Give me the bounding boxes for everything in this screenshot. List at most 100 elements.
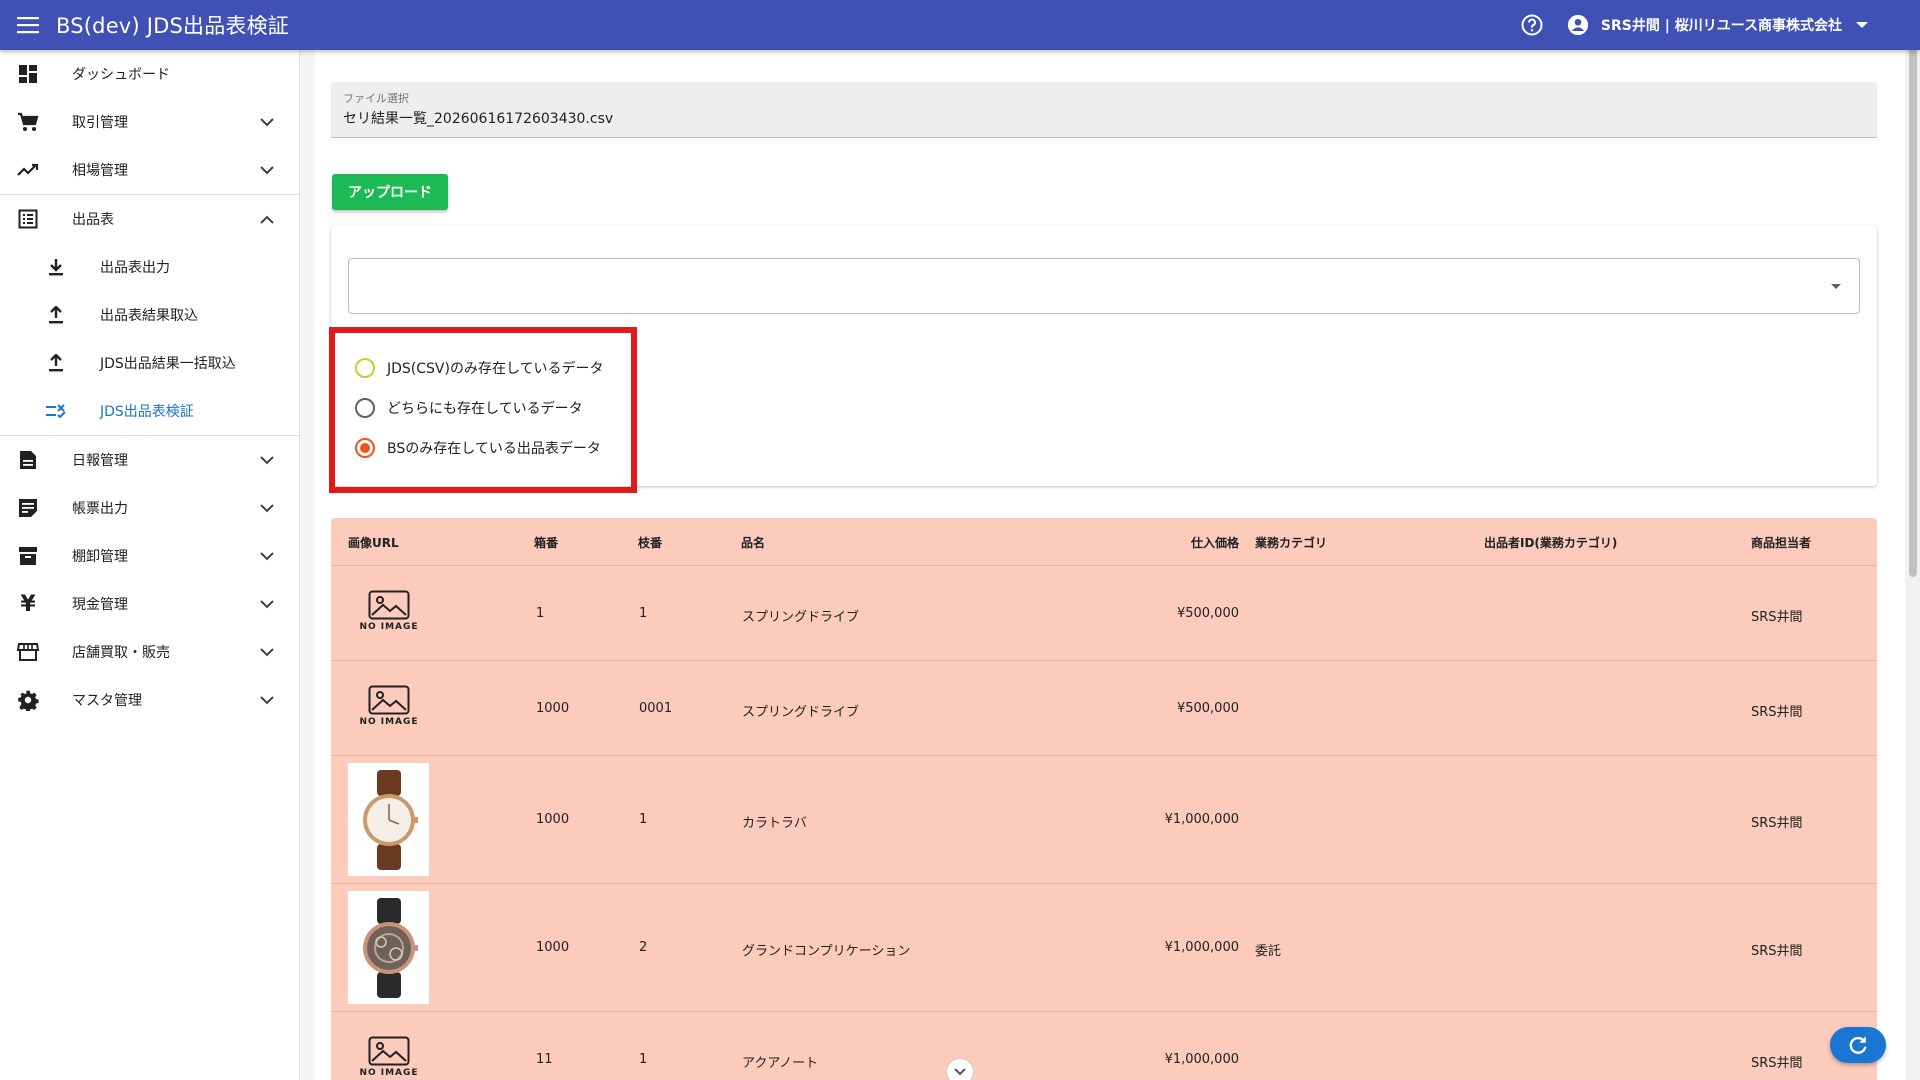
cell-category: 委託 (1255, 944, 1282, 959)
sidebar-item-inventory[interactable]: 棚卸管理 (0, 532, 299, 580)
chevron-down-icon (1856, 22, 1868, 28)
cell-branch: 1 (639, 606, 648, 621)
table-row[interactable]: NO IMAGE 1000 0001 スプリングドライブ ¥500,000 SR… (331, 661, 1877, 756)
watch-image[interactable] (348, 891, 429, 1004)
document-icon (0, 450, 56, 470)
table-row[interactable]: NO IMAGE 1 1 スプリングドライブ ¥500,000 SRS井間 (331, 566, 1877, 661)
column-header[interactable]: 業務カテゴリ (1255, 534, 1327, 551)
cell-price: ¥500,000 (1176, 606, 1239, 621)
radio-jds-only[interactable]: JDS(CSV)のみ存在しているデータ (355, 356, 604, 380)
sidebar-item-label: 店舗買取・販売 (72, 645, 170, 661)
no-image-text: NO IMAGE (359, 1068, 419, 1078)
column-header[interactable]: 画像URL (348, 534, 399, 551)
sidebar-item-label: 相場管理 (72, 163, 128, 179)
radio-label: どちらにも存在しているデータ (387, 401, 583, 417)
radio-button[interactable] (355, 398, 375, 418)
chevron-down-icon (247, 165, 287, 175)
cell-box: 11 (536, 1052, 553, 1067)
sidebar-item-forms[interactable]: 帳票出力 (0, 484, 299, 532)
filter-card: JDS(CSV)のみ存在しているデータ どちらにも存在しているデータ BSのみ存… (329, 226, 1877, 493)
file-select-caption: ファイル選択 (343, 92, 409, 105)
radio-bs-only[interactable]: BSのみ存在している出品表データ (355, 436, 601, 460)
chevron-down-icon (247, 503, 287, 513)
no-image-text: NO IMAGE (359, 717, 419, 727)
upload-icon (28, 354, 84, 372)
sidebar-item-cash[interactable]: ¥ 現金管理 (0, 580, 299, 628)
cell-staff: SRS井間 (1751, 816, 1803, 831)
sidebar-item-transactions[interactable]: 取引管理 (0, 98, 299, 146)
column-header[interactable]: 出品者ID(業務カテゴリ) (1484, 534, 1617, 551)
user-menu[interactable]: SRS井間 | 桜川リユース商事株式会社 (1567, 14, 1868, 36)
radio-button-selected[interactable] (355, 438, 375, 458)
cell-staff: SRS井間 (1751, 1056, 1803, 1071)
file-select-value: セリ結果一覧_20260616172603430.csv (343, 111, 614, 127)
scroll-down-button[interactable] (946, 1058, 974, 1080)
watch-brown-image (362, 769, 418, 870)
cell-price: ¥1,000,000 (1164, 812, 1239, 827)
sidebar-item-jds-bulk-import[interactable]: JDS出品結果一括取込 (0, 339, 299, 387)
sidebar-item-market[interactable]: 相場管理 (0, 146, 299, 194)
upload-button[interactable]: アップロード (332, 174, 448, 210)
sidebar-item-label: JDS出品結果一括取込 (100, 356, 236, 372)
scrollbar-thumb[interactable] (1909, 12, 1917, 577)
refresh-button[interactable] (1830, 1027, 1886, 1063)
chevron-down-icon (247, 647, 287, 657)
user-name: SRS井間 | 桜川リユース商事株式会社 (1600, 18, 1842, 34)
results-table: 画像URL 箱番 枝番 品名 仕入価格 業務カテゴリ 出品者ID(業務カテゴリ)… (331, 518, 1877, 1080)
sidebar-item-listing[interactable]: 出品表 (0, 195, 299, 243)
cell-branch: 2 (639, 940, 648, 955)
column-header[interactable]: 仕入価格 (1159, 534, 1239, 551)
help-icon[interactable] (1519, 12, 1545, 38)
filter-select[interactable] (348, 258, 1860, 314)
column-header[interactable]: 品名 (741, 534, 765, 551)
page-scrollbar[interactable] (1906, 0, 1920, 1080)
dashboard-icon (0, 64, 56, 84)
sidebar-item-label: マスタ管理 (72, 693, 142, 709)
gear-icon (0, 689, 56, 711)
cell-name: カラトラバ (742, 816, 807, 831)
file-select-field[interactable]: ファイル選択 セリ結果一覧_20260616172603430.csv (331, 82, 1877, 138)
sidebar-item-jds-verify[interactable]: JDS出品表検証 (0, 387, 299, 435)
cell-staff: SRS井間 (1751, 944, 1803, 959)
sidebar-item-listing-import[interactable]: 出品表結果取込 (0, 291, 299, 339)
note-icon (0, 498, 56, 518)
no-image-placeholder: NO IMAGE (349, 685, 429, 727)
account-icon (1567, 14, 1588, 36)
table-row[interactable]: 1000 1 カラトラバ ¥1,000,000 SRS井間 (331, 756, 1877, 884)
cell-branch: 0001 (639, 701, 673, 716)
cell-staff: SRS井間 (1751, 610, 1803, 625)
sidebar-item-label: 現金管理 (72, 597, 128, 613)
column-header[interactable]: 箱番 (534, 534, 558, 551)
cell-branch: 1 (639, 812, 648, 827)
sidebar-item-label: 日報管理 (72, 453, 128, 469)
column-header[interactable]: 枝番 (638, 534, 662, 551)
column-header[interactable]: 商品担当者 (1751, 534, 1811, 551)
upload-icon (28, 306, 84, 324)
sidebar-item-label: ダッシュボード (72, 67, 170, 83)
watch-image[interactable] (348, 763, 429, 876)
sidebar-item-store[interactable]: 店舗買取・販売 (0, 628, 299, 676)
cell-name: スプリングドライブ (742, 705, 860, 720)
sidebar-item-master[interactable]: マスタ管理 (0, 676, 299, 724)
sidebar-item-label: JDS出品表検証 (100, 404, 194, 420)
radio-both[interactable]: どちらにも存在しているデータ (355, 396, 583, 420)
store-icon (0, 642, 56, 662)
radio-label: JDS(CSV)のみ存在しているデータ (387, 361, 604, 377)
yen-icon: ¥ (20, 591, 36, 617)
no-image-placeholder: NO IMAGE (349, 590, 429, 632)
table-row[interactable]: NO IMAGE 11 1 アクアノート ¥1,000,000 SRS井間 (331, 1012, 1877, 1080)
no-image-placeholder: NO IMAGE (349, 1036, 429, 1078)
sidebar-item-label: 出品表 (72, 212, 114, 228)
sidebar-item-listing-export[interactable]: 出品表出力 (0, 243, 299, 291)
sidebar-item-daily-report[interactable]: 日報管理 (0, 436, 299, 484)
menu-icon[interactable] (0, 0, 56, 50)
chevron-down-icon (247, 551, 287, 561)
chevron-down-icon (247, 117, 287, 127)
refresh-icon (1849, 1036, 1867, 1054)
main-content: ファイル選択 セリ結果一覧_20260616172603430.csv アップロ… (315, 50, 1905, 1080)
radio-button[interactable] (355, 358, 375, 378)
cell-box: 1000 (536, 812, 570, 827)
sidebar-item-dashboard[interactable]: ダッシュボード (0, 50, 299, 98)
table-row[interactable]: 1000 2 グランドコンプリケーション ¥1,000,000 委託 SRS井間 (331, 884, 1877, 1012)
chevron-down-icon (247, 455, 287, 465)
